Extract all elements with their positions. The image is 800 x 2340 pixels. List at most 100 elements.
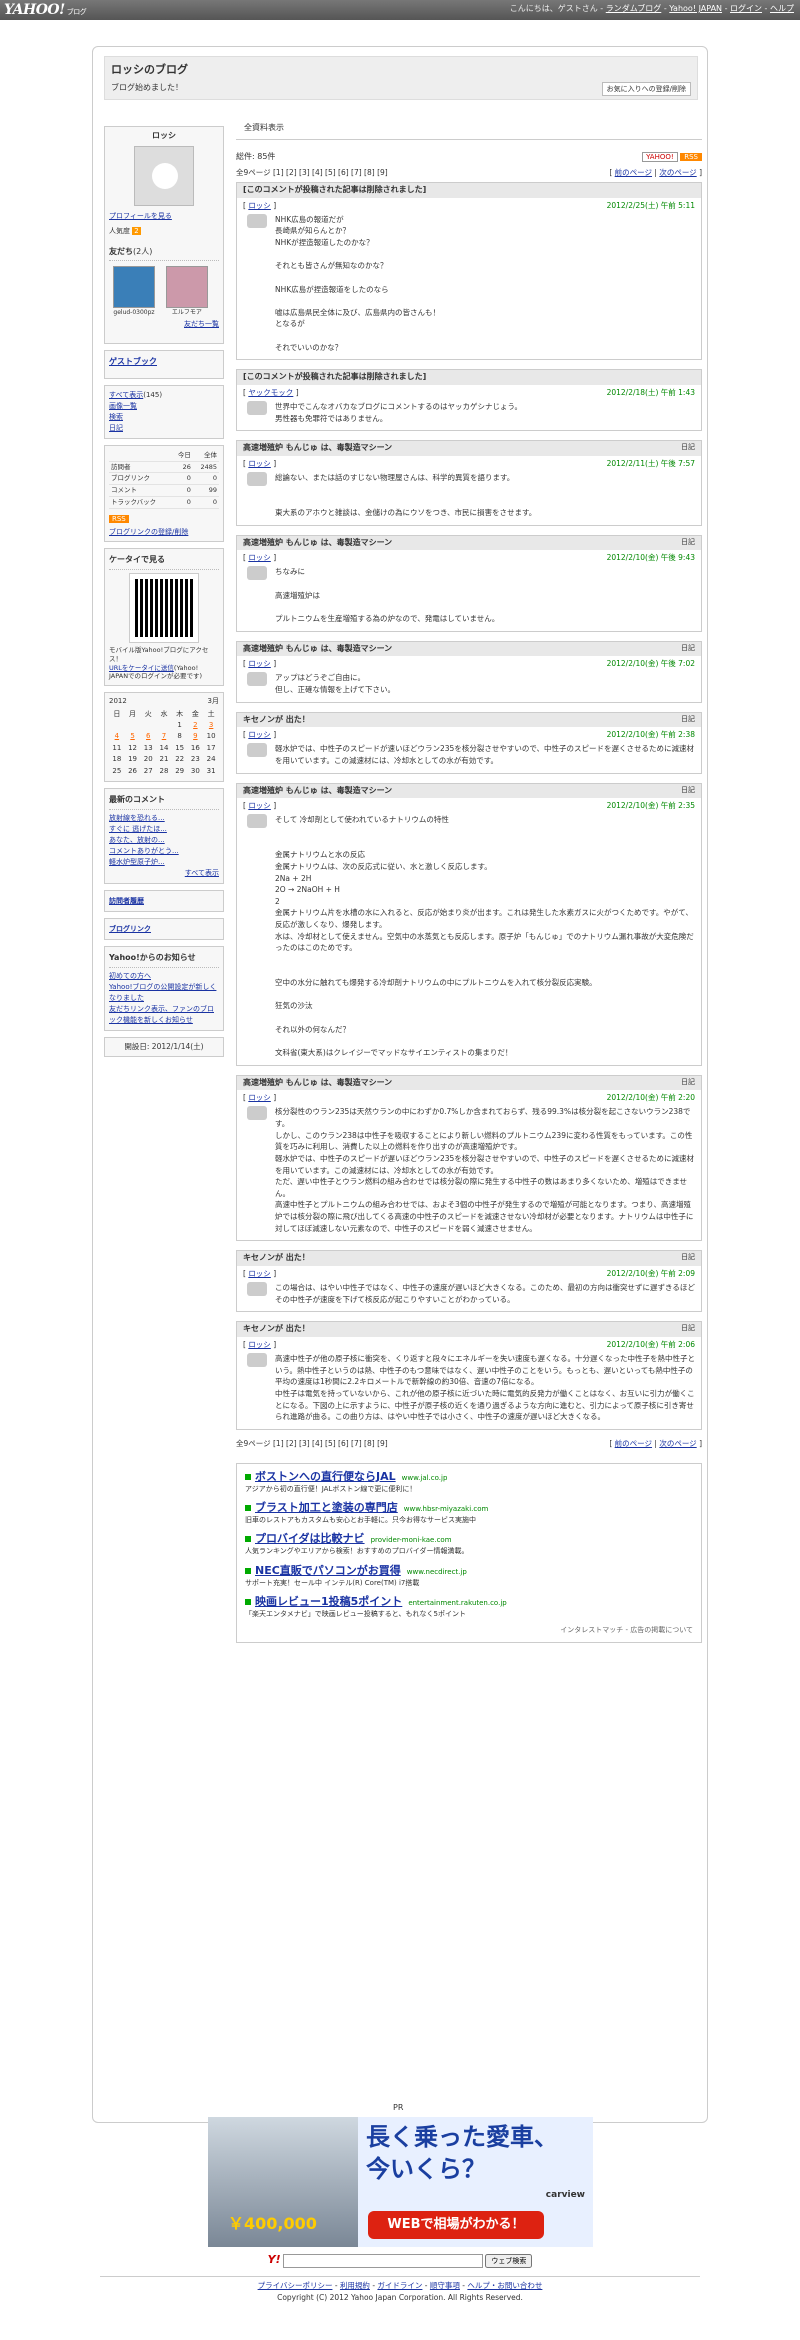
entry-author[interactable]: ロッシ: [248, 459, 271, 468]
entry-author[interactable]: ロッシ: [248, 1340, 271, 1349]
profile-name[interactable]: ロッシ: [109, 131, 219, 142]
nav-help[interactable]: ヘルプ: [770, 4, 794, 13]
bloglink-link[interactable]: ブログリンク: [109, 925, 151, 933]
comment-link[interactable]: あなた、放射の...: [109, 836, 165, 844]
footer-terms[interactable]: 利用規約: [340, 2281, 370, 2290]
entry-category[interactable]: 日記: [681, 1253, 695, 1262]
entry-category[interactable]: 日記: [681, 443, 695, 452]
blog-entry: キセノンが 出た！ 日記[ ロッシ ] 2012/2/10(金) 午前 2:06 高速…: [236, 1321, 702, 1430]
send-url-link[interactable]: URLをケータイに送信: [109, 664, 174, 672]
entry-title[interactable]: 高速増殖炉 もんじゅ は、毒製造マシーン 日記: [237, 783, 701, 799]
footer-rules[interactable]: 順守事項: [430, 2281, 460, 2290]
entry-category[interactable]: 日記: [681, 1324, 695, 1333]
entry-author[interactable]: ロッシ: [248, 801, 271, 810]
footer-privacy[interactable]: プライバシーポリシー: [258, 2281, 333, 2290]
rss-button-main[interactable]: RSS: [680, 153, 702, 161]
notice-box: Yahoo!からのお知らせ 初めての方へ Yahoo!ブログの公開設定が新しくな…: [104, 946, 224, 1031]
footer-help[interactable]: ヘルプ・お問い合わせ: [467, 2281, 542, 2290]
ads-footer[interactable]: インタレストマッチ - 広告の掲載について: [245, 1626, 693, 1635]
rss-button[interactable]: RSS: [109, 514, 129, 523]
menu-search[interactable]: 検索: [109, 413, 123, 421]
search-input[interactable]: [282, 2254, 483, 2268]
popularity-label: 人気度: [109, 227, 130, 236]
ad-item[interactable]: プロバイダは比較ナビ provider-moni-kae.com 人気ランキングやエ…: [245, 1532, 693, 1556]
entry-category[interactable]: 日記: [681, 538, 695, 547]
ad-item[interactable]: ブラスト加工と塗装の専門店 www.hbsr-miyazaki.com 旧車のレスト…: [245, 1501, 693, 1525]
comment-link[interactable]: 軽水炉型原子炉...: [109, 858, 165, 866]
nav-login[interactable]: ログイン: [730, 4, 762, 13]
blog-entry: 高速増殖炉 もんじゅ は、毒製造マシーン 日記[ ロッシ ] 2012/2/11(土…: [236, 440, 702, 526]
entry-category[interactable]: 日記: [681, 786, 695, 795]
entry-author[interactable]: ヤックモック: [248, 388, 293, 397]
yahoo-button[interactable]: YAHOO!: [642, 152, 678, 162]
entry-category[interactable]: 日記: [681, 644, 695, 653]
ad-item[interactable]: ボストンへの直行便ならJAL www.jal.co.jp アジアから初の直行便！JA…: [245, 1470, 693, 1494]
menu-diary[interactable]: 日記: [109, 424, 123, 432]
entry-title[interactable]: キセノンが 出た！ 日記: [237, 1322, 701, 1338]
nav-random-blog[interactable]: ランダムブログ: [606, 4, 662, 13]
ad-item[interactable]: 映画レビュー1投稿5ポイント entertainment.rakuten.co.j…: [245, 1595, 693, 1619]
comments-more[interactable]: すべて表示: [185, 869, 219, 877]
friends-more-link[interactable]: 友だち一覧: [184, 320, 219, 328]
entry-title[interactable]: [このコメントが投稿された記事は削除されました]: [237, 370, 701, 386]
profile-link[interactable]: プロフィールを見る: [109, 212, 172, 220]
nav-yahoo-japan[interactable]: Yahoo! JAPAN: [669, 4, 722, 13]
banner-cta-button[interactable]: WEBで相場がわかる！: [368, 2211, 544, 2239]
comment-link[interactable]: コメントありがとう...: [109, 847, 179, 855]
page-numbers[interactable]: 全9ページ [1] [2] [3] [4] [5] [6] [7] [8] [9…: [236, 1439, 388, 1448]
notice-link[interactable]: 初めての方へ: [109, 972, 151, 980]
entry-title[interactable]: [このコメントが投稿された記事は削除されました]: [237, 183, 701, 198]
bloglink-register[interactable]: ブログリンクの登録/削除: [109, 528, 188, 536]
blog-title[interactable]: ロッシのブログ: [111, 63, 188, 78]
prev-page[interactable]: 前のページ: [615, 168, 652, 177]
entry-author[interactable]: ロッシ: [248, 730, 271, 739]
default-face-icon: [152, 162, 178, 189]
prev-page[interactable]: 前のページ: [615, 1439, 652, 1448]
ad-bullet-icon: [245, 1598, 251, 1605]
ad-item[interactable]: NEC直販でパソコンがお買得 www.necdirect.jp サポート充実！セール…: [245, 1564, 693, 1588]
guestbook-link[interactable]: ゲストブック: [109, 355, 219, 371]
visitor-history-link[interactable]: 訪問者履歴: [109, 897, 144, 905]
friend-1[interactable]: gelud-0300pz: [111, 266, 157, 317]
avatar: [134, 145, 194, 206]
tab-all[interactable]: 全資料表示: [236, 118, 702, 140]
entry-title[interactable]: 高速増殖炉 もんじゅ は、毒製造マシーン 日記: [237, 641, 701, 657]
entry-author[interactable]: ロッシ: [248, 553, 271, 562]
entry-author[interactable]: ロッシ: [248, 659, 271, 668]
stats-box: 今日 全体 訪問者 26 2485 ブログリンク 0 0 コメント 0 99 トラックバック 0…: [104, 444, 224, 543]
comment-link[interactable]: すぐに 逃げたほ...: [109, 825, 167, 833]
menu-all[interactable]: すべて表示: [109, 391, 143, 399]
profile-box: ロッシ プロフィールを見る 人気度 2 友だち(2人) gelud-0300pz…: [104, 126, 224, 344]
entry-title[interactable]: キセノンが 出た！ 日記: [237, 712, 701, 728]
friend-2[interactable]: エルフモア: [164, 266, 210, 317]
entry-title[interactable]: 高速増殖炉 もんじゅ は、毒製造マシーン 日記: [237, 535, 701, 551]
commenter-icon: [247, 1106, 267, 1121]
mobile-box: ケータイで見る モバイル版Yahoo!ブログにアクセス！ URLをケータイに送信…: [104, 548, 224, 687]
ad-bullet-icon: [245, 1505, 251, 1512]
notice-link[interactable]: 友だちリンク表示、ファンのブロック機能を新しくお知らせ: [109, 1005, 214, 1024]
footer-guidelines[interactable]: ガイドライン: [377, 2281, 422, 2290]
entry-author[interactable]: ロッシ: [248, 1269, 271, 1278]
entry-category[interactable]: 日記: [681, 715, 695, 724]
calendar: 日月火水木金土 123 4 5 6 7 8 9 10 11 12 13 14 15 16 17 18 19…: [112, 709, 216, 775]
entry-title[interactable]: キセノンが 出た！ 日記: [237, 1251, 701, 1267]
page-numbers[interactable]: 全9ページ [1] [2] [3] [4] [5] [6] [7] [8] [9…: [236, 168, 388, 177]
entry-category[interactable]: 日記: [681, 1078, 695, 1087]
menu-images[interactable]: 画像一覧: [109, 402, 137, 410]
entry-author[interactable]: ロッシ: [248, 201, 271, 210]
history-box: 訪問者履歴: [104, 889, 224, 913]
notice-link[interactable]: Yahoo!ブログの公開設定が新しくなりました: [109, 983, 216, 1002]
favorite-button[interactable]: お気に入りへの登録/削除: [601, 82, 691, 96]
entry-title[interactable]: 高速増殖炉 もんじゅ は、毒製造マシーン 日記: [237, 441, 701, 457]
car-banner[interactable]: PR ￥400,000 長く乗った愛車、 今いくら？ carview WEBで相…: [208, 2103, 593, 2247]
next-page[interactable]: 次のページ: [659, 1439, 696, 1448]
entry-author[interactable]: ロッシ: [248, 1093, 271, 1102]
blog-entry: [このコメントが投稿された記事は削除されました][ ヤックモック ] 2012/2…: [236, 369, 702, 432]
yahoo-logo[interactable]: YAHOO! ブログ: [4, 1, 87, 20]
comment-link[interactable]: 放射線を恐れる...: [109, 814, 165, 822]
entry-title[interactable]: 高速増殖炉 もんじゅ は、毒製造マシーン 日記: [237, 1075, 701, 1091]
next-page[interactable]: 次のページ: [659, 168, 696, 177]
blog-entry: キセノンが 出た！ 日記[ ロッシ ] 2012/2/10(金) 午前 2:38 軽水…: [236, 711, 702, 774]
web-search-button[interactable]: ウェブ検索: [485, 2254, 533, 2268]
ad-box: ボストンへの直行便ならJAL www.jal.co.jp アジアから初の直行便！JA…: [236, 1462, 702, 1643]
